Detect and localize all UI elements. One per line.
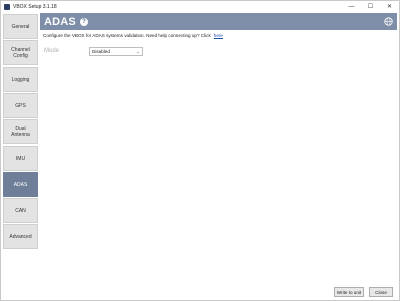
tab-imu[interactable]: IMU bbox=[3, 146, 38, 171]
tab-adas[interactable]: ADAS bbox=[3, 172, 38, 197]
globe-icon[interactable] bbox=[384, 17, 393, 26]
tab-label: Advanced bbox=[9, 233, 32, 240]
help-link[interactable]: here bbox=[214, 33, 223, 38]
description-text: Configure the VBOX for ADAS systems vali… bbox=[43, 33, 211, 38]
tab-label: IMU bbox=[15, 155, 26, 162]
close-window-button[interactable]: ✕ bbox=[380, 1, 399, 12]
page-title: ADAS bbox=[44, 15, 76, 28]
help-icon[interactable]: ? bbox=[79, 17, 88, 26]
tab-logging[interactable]: Logging bbox=[3, 67, 38, 92]
tab-label: Logging bbox=[11, 76, 30, 83]
tab-gps[interactable]: GPS bbox=[3, 93, 38, 118]
mode-select[interactable]: Disabled ⌄ bbox=[89, 47, 143, 56]
app-window: VBOX Setup 3.1.18 — ☐ ✕ General Channel … bbox=[0, 0, 400, 301]
tab-label: GPS bbox=[15, 102, 26, 109]
chevron-down-icon: ⌄ bbox=[136, 49, 140, 54]
app-icon bbox=[4, 3, 10, 10]
description: Configure the VBOX for ADAS systems vali… bbox=[43, 33, 223, 38]
tab-dual-antenna[interactable]: Dual Antenna bbox=[3, 119, 38, 144]
tab-channel-config[interactable]: Channel Config bbox=[3, 40, 38, 65]
tab-label: Channel Config bbox=[11, 46, 30, 59]
tab-label: ADAS bbox=[13, 181, 28, 188]
title-bar: VBOX Setup 3.1.18 — ☐ ✕ bbox=[1, 1, 399, 12]
mode-select-value: Disabled bbox=[92, 49, 110, 54]
tab-can[interactable]: CAN bbox=[3, 198, 38, 223]
tab-general[interactable]: General bbox=[3, 14, 38, 39]
tab-label: Dual Antenna bbox=[11, 125, 30, 138]
maximize-button[interactable]: ☐ bbox=[361, 1, 380, 12]
page-header: ADAS ? bbox=[40, 13, 397, 30]
tab-label: General bbox=[11, 23, 30, 30]
sidebar: General Channel Config Logging GPS Dual … bbox=[3, 14, 39, 250]
window-controls: — ☐ ✕ bbox=[342, 1, 399, 12]
mode-label: Mode bbox=[44, 48, 60, 54]
minimize-button[interactable]: — bbox=[342, 1, 361, 12]
tab-advanced[interactable]: Advanced bbox=[3, 224, 38, 249]
close-button[interactable]: Close bbox=[369, 287, 393, 297]
tab-label: CAN bbox=[15, 207, 26, 214]
write-to-unit-button[interactable]: Write to unit bbox=[334, 287, 364, 297]
window-title: VBOX Setup 3.1.18 bbox=[13, 3, 57, 10]
